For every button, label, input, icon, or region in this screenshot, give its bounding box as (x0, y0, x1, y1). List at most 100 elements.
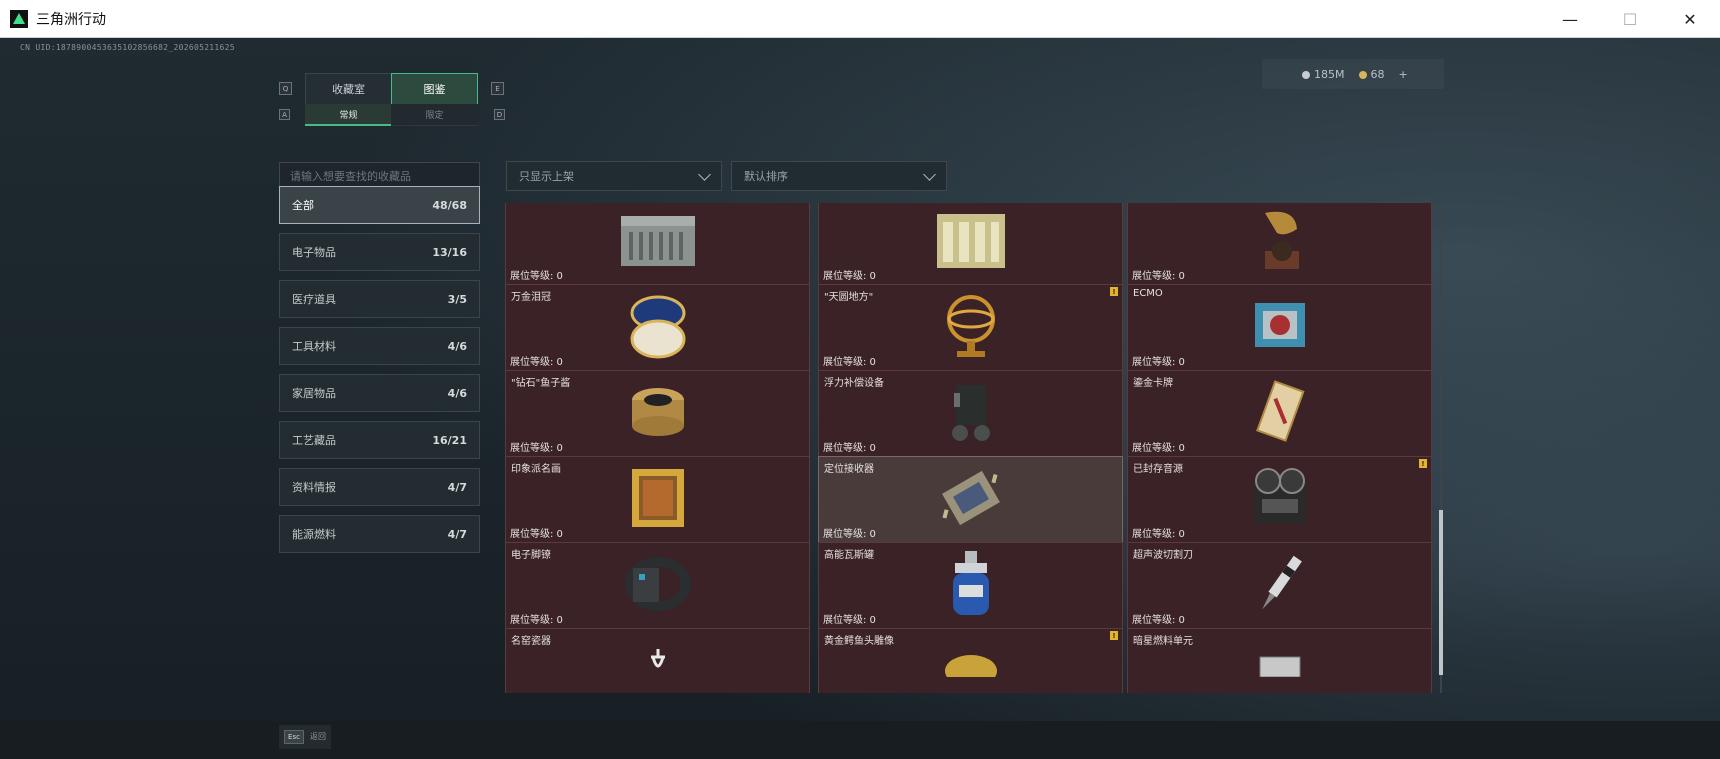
category-item[interactable]: 全部 48/68 (279, 186, 480, 224)
collection-card[interactable]: 电子脚镣 展位等级: 0 (505, 542, 810, 630)
esc-key-icon: Esc (284, 730, 304, 744)
collection-card[interactable]: "钻石"鱼子酱 展位等级: 0 (505, 370, 810, 458)
maximize-button[interactable]: ☐ (1600, 0, 1660, 38)
collection-card[interactable]: 浮力补偿设备 展位等级: 0 (818, 370, 1123, 458)
category-item[interactable]: 资料情报 4/7 (279, 468, 480, 506)
key-hint-prev-tab: Q (279, 82, 292, 95)
app-logo-icon (10, 9, 28, 28)
collection-card[interactable]: "天圆地方"! 展位等级: 0 (818, 284, 1123, 372)
category-item[interactable]: 能源燃料 4/7 (279, 515, 480, 553)
collection-card[interactable]: 名窑瓷器展位等级: 0 (505, 628, 810, 693)
tab-collection-room[interactable]: 收藏室 (305, 73, 392, 105)
window-titlebar: 三角洲行动 — ☐ ✕ (0, 0, 1720, 38)
key-hint-prev-sub: A (279, 109, 290, 120)
buoyancy-device-icon (946, 379, 996, 449)
item-name: 超声波切割刀 (1133, 550, 1193, 561)
window-title: 三角洲行动 (36, 11, 106, 28)
collection-card[interactable]: ECMO 展位等级: 0 (1127, 284, 1432, 372)
porcelain-icon (643, 647, 673, 681)
booth-level: 展位等级: 0 (510, 615, 563, 626)
silver-currency: 185M (1302, 68, 1345, 81)
alert-badge-icon: ! (1110, 631, 1118, 640)
category-item[interactable]: 工艺藏品 16/21 (279, 421, 480, 459)
back-button[interactable]: Esc 返回 (279, 725, 331, 749)
collection-card[interactable]: 鎏金卡牌展位等级: 0 (1127, 370, 1432, 458)
collection-card[interactable]: 定位接收器 展位等级: 0 (818, 456, 1123, 544)
item-name: 已封存音源 (1133, 464, 1183, 475)
key-hint-next-sub: D (494, 109, 505, 120)
collection-card[interactable]: 展位等级: 0 (1127, 203, 1432, 286)
category-label: 家居物品 (292, 387, 336, 400)
game-screen: CN UID:1878900453635102856682_2026052116… (0, 38, 1720, 759)
ultrasonic-cutter-icon (1255, 549, 1305, 623)
collection-card[interactable]: 展位等级: 0 (505, 203, 810, 286)
item-name: 高能瓦斯罐 (824, 550, 874, 561)
collection-card[interactable]: 暗星燃料单元展位等级: 0 (1127, 628, 1432, 693)
window-controls: — ☐ ✕ (1540, 0, 1720, 38)
category-item[interactable]: 家居物品 4/6 (279, 374, 480, 412)
booth-level: 展位等级: 0 (1132, 443, 1185, 454)
category-label: 电子物品 (292, 246, 336, 259)
gas-canister-icon (949, 549, 993, 623)
caviar-tin-icon (628, 384, 688, 444)
item-name: 黄金鳄鱼头雕像 (824, 636, 894, 647)
shelf-filter-select[interactable]: 只显示上架 (506, 161, 722, 191)
shelf-filter-value: 只显示上架 (519, 170, 574, 183)
item-name: 定位接收器 (824, 464, 874, 475)
booth-level: 展位等级: 0 (1132, 271, 1185, 282)
ankle-monitor-icon (624, 554, 691, 618)
collection-card[interactable]: 超声波切割刀 展位等级: 0 (1127, 542, 1432, 630)
category-count: 4/7 (447, 527, 467, 541)
back-label: 返回 (310, 732, 326, 741)
booth-level: 展位等级: 0 (823, 615, 876, 626)
booth-level: 展位等级: 0 (823, 443, 876, 454)
tab-encyclopedia[interactable]: 图鉴 (391, 73, 478, 105)
power-bank-icon (931, 208, 1011, 276)
category-count: 3/5 (447, 292, 467, 306)
alert-badge-icon: ! (1419, 459, 1427, 468)
painting-icon (630, 467, 686, 533)
item-name: "天圆地方" (824, 292, 874, 303)
item-name: 万金泪冠 (511, 292, 551, 303)
collection-card[interactable]: 黄金鳄鱼头雕像!展位等级: 0 (818, 628, 1123, 693)
category-label: 医疗道具 (292, 293, 336, 306)
category-count: 16/21 (432, 433, 467, 447)
category-item[interactable]: 电子物品 13/16 (279, 233, 480, 271)
chevron-down-icon (923, 168, 936, 181)
category-count: 4/7 (447, 480, 467, 494)
collection-card[interactable]: 印象派名画 展位等级: 0 (505, 456, 810, 544)
gilded-card-icon (1255, 379, 1305, 449)
item-name: 鎏金卡牌 (1133, 378, 1173, 389)
booth-level: 展位等级: 0 (510, 357, 563, 368)
key-hint-next-tab: E (491, 82, 504, 95)
collection-card[interactable]: 万金泪冠展位等级: 0 (505, 284, 810, 372)
item-name: 名窑瓷器 (511, 636, 551, 647)
scrollbar-thumb[interactable] (1439, 510, 1443, 675)
collection-grid: 展位等级: 0 展位等级: 0 展位等级: 0 万金泪冠 展位等级: 0 "天圆地方"! 展… (505, 203, 1435, 693)
collection-card[interactable]: 高能瓦斯罐展位等级: 0 (818, 542, 1123, 630)
category-label: 能源燃料 (292, 528, 336, 541)
gold-currency: 68 (1358, 68, 1385, 81)
item-name: 暗星燃料单元 (1133, 636, 1193, 647)
gramophone-icon (1255, 207, 1305, 277)
gold-coin-icon (1358, 70, 1367, 79)
collection-card[interactable]: 展位等级: 0 (818, 203, 1123, 286)
close-button[interactable]: ✕ (1660, 0, 1720, 38)
category-item[interactable]: 医疗道具 3/5 (279, 280, 480, 318)
booth-level: 展位等级: 0 (823, 357, 876, 368)
subtab-regular[interactable]: 常规 (305, 104, 392, 126)
booth-level: 展位等级: 0 (1132, 615, 1185, 626)
add-currency-button[interactable]: + (1399, 68, 1408, 81)
silver-coin-icon (1302, 70, 1310, 79)
tape-recorder-icon (1248, 465, 1312, 535)
category-count: 48/68 (432, 198, 467, 212)
booth-level: 展位等级: 0 (510, 271, 563, 282)
category-label: 工艺藏品 (292, 434, 336, 447)
fuel-cell-icon (1250, 647, 1310, 681)
item-name: 印象派名画 (511, 464, 561, 475)
sort-select[interactable]: 默认排序 (731, 161, 947, 191)
collection-card[interactable]: 已封存音源! 展位等级: 0 (1127, 456, 1432, 544)
minimize-button[interactable]: — (1540, 0, 1600, 38)
subtab-limited[interactable]: 限定 (391, 104, 478, 126)
category-item[interactable]: 工具材料 4/6 (279, 327, 480, 365)
